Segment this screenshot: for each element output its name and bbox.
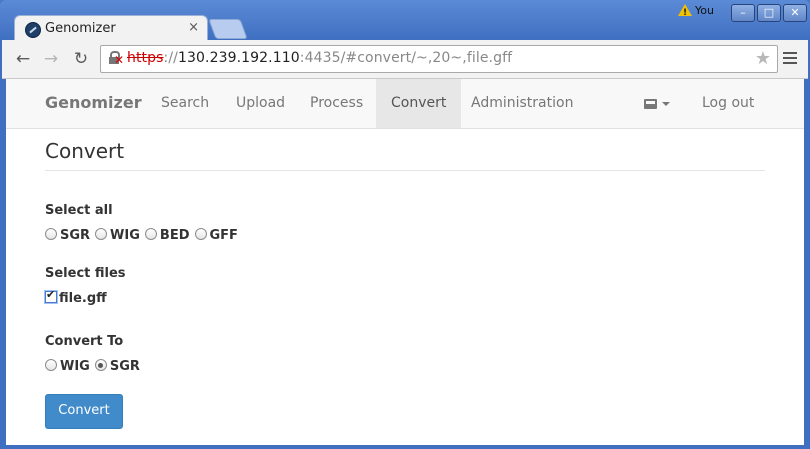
nav-process[interactable]: Process (295, 79, 378, 128)
browser-menu-icon[interactable] (783, 52, 797, 64)
caret-down-icon (662, 102, 670, 106)
tab-close-icon[interactable]: × (188, 20, 199, 35)
url-text[interactable]: https://130.239.192.110:4435/#convert/~,… (127, 50, 512, 66)
select-all-radio-sgr[interactable] (45, 228, 57, 240)
web-page: Genomizer Search Upload Process Convert … (6, 79, 804, 445)
user-name: You (695, 4, 714, 17)
maximize-button[interactable]: □ (757, 4, 781, 22)
browser-toolbar: ← → ↻ ✕ https://130.239.192.110:4435/#co… (2, 40, 808, 79)
tab-title: Genomizer (45, 21, 116, 36)
option-label: GFF (209, 228, 238, 243)
file-name: file.gff (59, 291, 107, 306)
option-label: WIG (60, 359, 90, 374)
inbox-icon (644, 99, 657, 109)
address-bar[interactable]: ✕ https://130.239.192.110:4435/#convert/… (100, 45, 778, 73)
main-content: Convert Select all SGR WIG BED GFF Select f… (45, 139, 765, 429)
minimize-button[interactable]: – (731, 4, 755, 22)
convert-to-radio-sgr[interactable] (94, 359, 107, 371)
title-bar: Genomizer × You – □ ✕ (0, 0, 810, 42)
bookmark-star-icon[interactable]: ★ (755, 48, 771, 69)
forward-arrow-icon[interactable]: → (40, 49, 62, 69)
select-all-radio-gff[interactable] (194, 228, 207, 240)
browser-window: Genomizer × You – □ ✕ ← → ↻ ✕ https://13… (0, 0, 810, 449)
select-all-options: SGR WIG BED GFF (45, 224, 243, 243)
new-tab-button[interactable] (208, 19, 248, 39)
select-all-label: Select all (45, 203, 113, 218)
convert-button[interactable]: Convert (45, 394, 123, 429)
select-all-radio-bed[interactable] (144, 228, 157, 240)
select-files-label: Select files (45, 266, 126, 281)
logout-link[interactable]: Log out (687, 79, 769, 128)
nav-upload[interactable]: Upload (221, 79, 300, 128)
nav-search[interactable]: Search (146, 79, 224, 128)
warning-icon (678, 4, 692, 22)
close-window-button[interactable]: ✕ (783, 4, 807, 22)
reload-icon[interactable]: ↻ (70, 49, 92, 69)
browser-tab[interactable]: Genomizer × (14, 15, 208, 42)
url-host: 130.239.192.110 (178, 50, 300, 66)
broken-lock-icon[interactable]: ✕ (109, 51, 124, 66)
genomizer-favicon-icon (25, 22, 41, 38)
page-title: Convert (45, 139, 765, 171)
brand-logo[interactable]: Genomizer (45, 93, 142, 112)
user-badge[interactable]: You (670, 2, 724, 22)
convert-to-options: WIG SGR (45, 355, 145, 374)
nav-administration[interactable]: Administration (456, 79, 588, 128)
option-label: WIG (110, 228, 140, 243)
select-all-radio-wig[interactable] (95, 228, 108, 240)
inbox-dropdown[interactable] (644, 79, 670, 128)
file-list: file.gff (45, 287, 112, 306)
app-navbar: Genomizer Search Upload Process Convert … (6, 79, 804, 129)
option-label: BED (159, 228, 190, 243)
nav-convert[interactable]: Convert (376, 79, 462, 128)
url-scheme: https (127, 50, 164, 66)
file-checkbox[interactable] (45, 288, 57, 303)
option-label: SGR (109, 359, 140, 374)
url-path: :4435/#convert/~,20~,file.gff (299, 50, 513, 66)
url-separator: :// (163, 50, 178, 66)
convert-to-label: Convert To (45, 334, 124, 349)
convert-to-radio-wig[interactable] (45, 359, 57, 371)
option-label: SGR (60, 228, 91, 243)
back-arrow-icon[interactable]: ← (12, 49, 34, 69)
